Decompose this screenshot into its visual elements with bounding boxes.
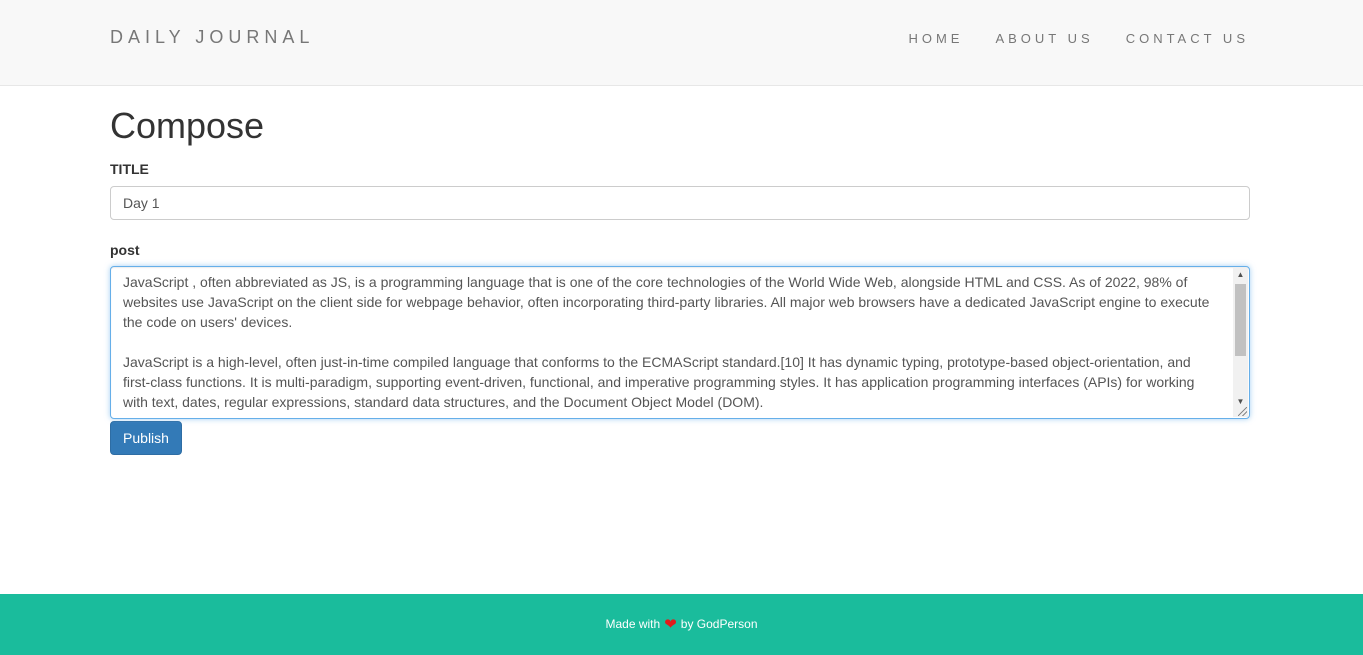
nav-menu: HOME ABOUT US CONTACT US xyxy=(908,30,1249,48)
textarea-scrollbar[interactable]: ▲ ▼ xyxy=(1233,268,1248,417)
resize-handle-icon[interactable] xyxy=(1238,407,1247,416)
navbar: DAILY JOURNAL HOME ABOUT US CONTACT US xyxy=(0,0,1363,86)
compose-container: Compose TITLE post JavaScript , often ab… xyxy=(110,86,1250,455)
scroll-thumb[interactable] xyxy=(1235,284,1246,356)
post-text-content: JavaScript , often abbreviated as JS, is… xyxy=(123,274,1210,410)
title-input[interactable] xyxy=(110,186,1250,220)
nav-link-contact-us[interactable]: CONTACT US xyxy=(1126,31,1249,46)
nav-item-about: ABOUT US xyxy=(995,30,1093,48)
nav-link-home[interactable]: HOME xyxy=(908,31,963,46)
footer-made-with: Made with xyxy=(605,617,661,631)
nav-item-contact: CONTACT US xyxy=(1126,30,1249,48)
post-label: post xyxy=(110,242,140,258)
nav-item-home: HOME xyxy=(908,30,963,48)
heart-icon: ❤ xyxy=(664,616,677,633)
brand-logo[interactable]: DAILY JOURNAL xyxy=(110,27,314,47)
title-label: TITLE xyxy=(110,161,149,177)
page-title: Compose xyxy=(110,105,265,146)
nav-link-about-us[interactable]: ABOUT US xyxy=(995,31,1093,46)
footer: Made with ❤ by GodPerson xyxy=(0,594,1363,655)
footer-by-author: by GodPerson xyxy=(680,617,758,631)
publish-button[interactable]: Publish xyxy=(110,421,182,455)
scroll-up-arrow-icon[interactable]: ▲ xyxy=(1233,268,1248,282)
post-textarea[interactable]: JavaScript , often abbreviated as JS, is… xyxy=(110,266,1250,419)
